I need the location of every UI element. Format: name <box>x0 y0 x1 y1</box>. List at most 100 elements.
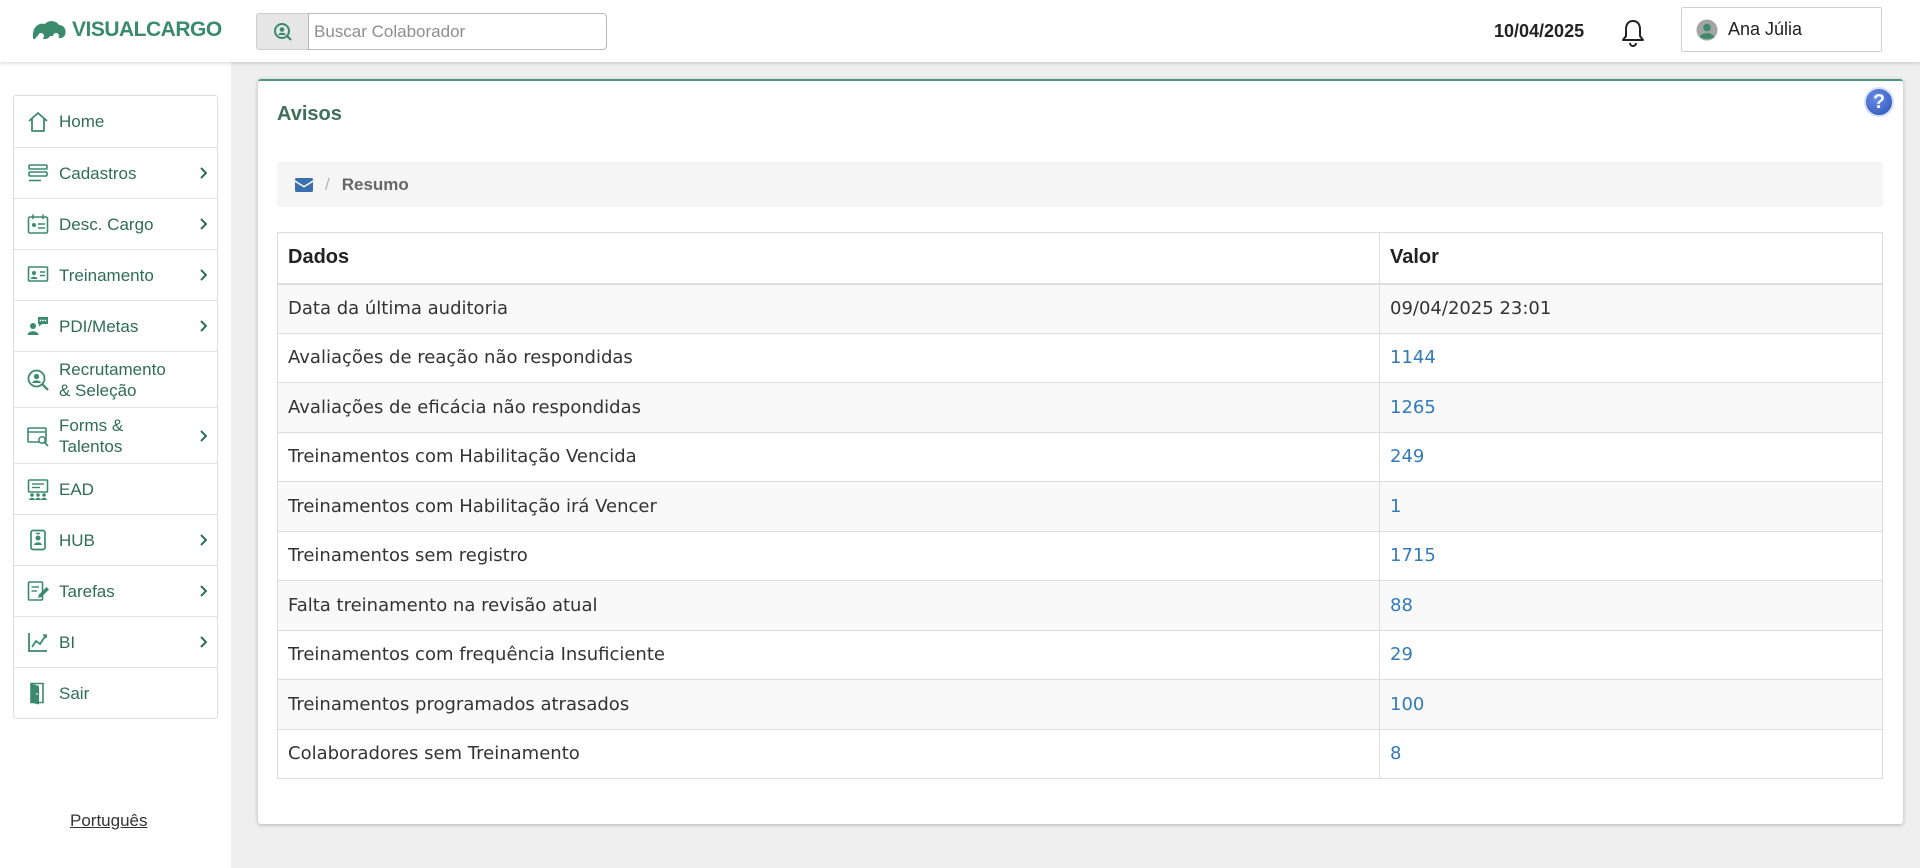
chevron-right-icon <box>200 320 207 332</box>
chat-person-icon <box>27 317 48 335</box>
sidebar-item-home[interactable]: Home <box>14 96 217 147</box>
language-link[interactable]: Português <box>70 811 148 831</box>
row-value-link[interactable]: 8 <box>1379 728 1883 779</box>
person-search-icon <box>27 369 49 391</box>
exit-door-icon <box>30 682 44 705</box>
table-row: Avaliações de eficácia não respondidas 12… <box>277 382 1883 433</box>
avatar-icon <box>1696 19 1718 40</box>
sidebar-item-sair[interactable]: Sair <box>14 667 217 718</box>
sidebar-item-label: Forms & Talentos <box>59 415 124 456</box>
row-label: Treinamentos com frequência Insuficiente <box>277 629 1380 680</box>
row-label: Data da última auditoria <box>277 283 1380 334</box>
sidebar-item-desc-cargo[interactable]: Desc. Cargo <box>14 198 217 249</box>
table-row: Treinamentos com Habilitação Vencida 249 <box>277 431 1883 482</box>
sidebar-item-cadastros[interactable]: Cadastros <box>14 147 217 198</box>
table-row: Treinamentos sem registro 1715 <box>277 530 1883 581</box>
row-label: Avaliações de reação não respondidas <box>277 332 1380 383</box>
sidebar-item-label: HUB <box>59 530 95 550</box>
sidebar-item-pdi-metas[interactable]: PDI/Metas <box>14 300 217 351</box>
sidebar-item-label: Treinamento <box>59 265 154 285</box>
table-row: Data da última auditoria 09/04/2025 23:01 <box>277 283 1883 334</box>
row-label: Avaliações de eficácia não respondidas <box>277 382 1380 433</box>
column-header-dados: Dados <box>277 232 1380 285</box>
search-button[interactable] <box>256 13 308 50</box>
row-label: Treinamentos sem registro <box>277 530 1380 581</box>
employee-search <box>256 13 607 50</box>
sidebar-item-label: Tarefas <box>59 581 115 601</box>
breadcrumb: / Resumo <box>277 162 1883 207</box>
sidebar-item-hub[interactable]: HUB <box>14 514 217 565</box>
person-search-icon <box>273 22 292 41</box>
table-row: Treinamentos programados atrasados 100 <box>277 679 1883 730</box>
chevron-right-icon <box>200 534 207 546</box>
list-icon <box>28 164 48 182</box>
user-name: Ana Júlia <box>1728 19 1803 39</box>
row-label: Treinamentos com Habilitação Vencida <box>277 431 1380 482</box>
chevron-right-icon <box>200 585 207 597</box>
table-row: Colaboradores sem Treinamento 8 <box>277 728 1883 779</box>
app-logo[interactable]: VISUALCARGO <box>30 16 222 44</box>
envelope-icon[interactable] <box>295 177 313 192</box>
row-value-link[interactable]: 1144 <box>1379 332 1883 383</box>
top-bar: VISUALCARGO 10/04/2025 Ana Júlia <box>0 0 1920 62</box>
row-value-link[interactable]: 249 <box>1379 431 1883 482</box>
summary-table: Dados Valor Data da última auditoria 09/0… <box>277 232 1883 779</box>
table-row: Treinamentos com frequência Insuficiente… <box>277 629 1883 680</box>
row-value-link[interactable]: 1265 <box>1379 382 1883 433</box>
row-value-link[interactable]: 88 <box>1379 580 1883 631</box>
logo-icon <box>32 21 66 40</box>
page-title: Avisos <box>277 103 342 125</box>
row-label: Treinamentos com Habilitação irá Vencer <box>277 481 1380 532</box>
row-value: 09/04/2025 23:01 <box>1379 283 1883 334</box>
breadcrumb-separator: / <box>325 174 330 194</box>
table-row: Falta treinamento na revisão atual 88 <box>277 580 1883 631</box>
row-label: Colaboradores sem Treinamento <box>277 728 1380 779</box>
sidebar-item-tarefas[interactable]: Tarefas <box>14 565 217 616</box>
sidebar-menu: Home Cadastros Desc. Cargo Treinamento P… <box>13 95 218 719</box>
row-value-link[interactable]: 1715 <box>1379 530 1883 581</box>
sidebar-item-label: EAD <box>59 479 94 499</box>
sidebar: Home Cadastros Desc. Cargo Treinamento P… <box>0 62 231 868</box>
classroom-icon <box>27 479 49 500</box>
chevron-right-icon <box>200 218 207 230</box>
home-icon <box>28 111 48 132</box>
sidebar-item-label: Sair <box>59 683 90 703</box>
row-value-link[interactable]: 29 <box>1379 629 1883 680</box>
current-date: 10/04/2025 <box>1494 21 1585 41</box>
sidebar-item-label: Desc. Cargo <box>59 214 154 234</box>
bell-icon[interactable] <box>1620 18 1646 48</box>
notices-card: Avisos / Resumo Dados Valor Data da últi… <box>258 79 1903 824</box>
search-input[interactable] <box>308 13 607 50</box>
form-search-icon <box>27 426 49 447</box>
sidebar-item-forms-talentos[interactable]: Forms & Talentos <box>14 407 217 463</box>
breadcrumb-current: Resumo <box>341 174 409 194</box>
table-row: Treinamentos com Habilitação irá Vencer 1 <box>277 481 1883 532</box>
chart-icon <box>28 633 47 652</box>
table-header-row: Dados Valor <box>277 232 1883 285</box>
row-value-link[interactable]: 100 <box>1379 679 1883 730</box>
sidebar-item-label: Cadastros <box>59 163 137 183</box>
chevron-right-icon <box>200 429 207 442</box>
sidebar-item-bi[interactable]: BI <box>14 616 217 667</box>
sidebar-item-label: Home <box>59 112 105 131</box>
sidebar-item-recrutamento[interactable]: Recrutamento & Seleção <box>14 351 217 407</box>
row-label: Treinamentos programados atrasados <box>277 679 1380 730</box>
help-icon[interactable]: ? <box>1864 87 1894 117</box>
user-menu[interactable]: Ana Júlia <box>1681 7 1882 52</box>
chevron-right-icon <box>200 167 207 179</box>
table-row: Avaliações de reação não respondidas 1144 <box>277 332 1883 383</box>
sidebar-item-treinamento[interactable]: Treinamento <box>14 249 217 300</box>
sidebar-item-ead[interactable]: EAD <box>14 463 217 514</box>
task-edit-icon <box>27 581 49 601</box>
sidebar-item-label: BI <box>59 632 76 652</box>
calendar-id-icon <box>27 214 49 234</box>
badge-icon <box>30 529 46 551</box>
sidebar-item-label: Recrutamento & Seleção <box>59 359 166 400</box>
column-header-valor: Valor <box>1379 232 1883 285</box>
chevron-right-icon <box>200 269 207 281</box>
row-label: Falta treinamento na revisão atual <box>277 580 1380 631</box>
logo-text: VISUALCARGO <box>72 18 222 41</box>
chevron-right-icon <box>200 636 207 648</box>
row-value-link[interactable]: 1 <box>1379 481 1883 532</box>
sidebar-item-label: PDI/Metas <box>59 316 139 336</box>
